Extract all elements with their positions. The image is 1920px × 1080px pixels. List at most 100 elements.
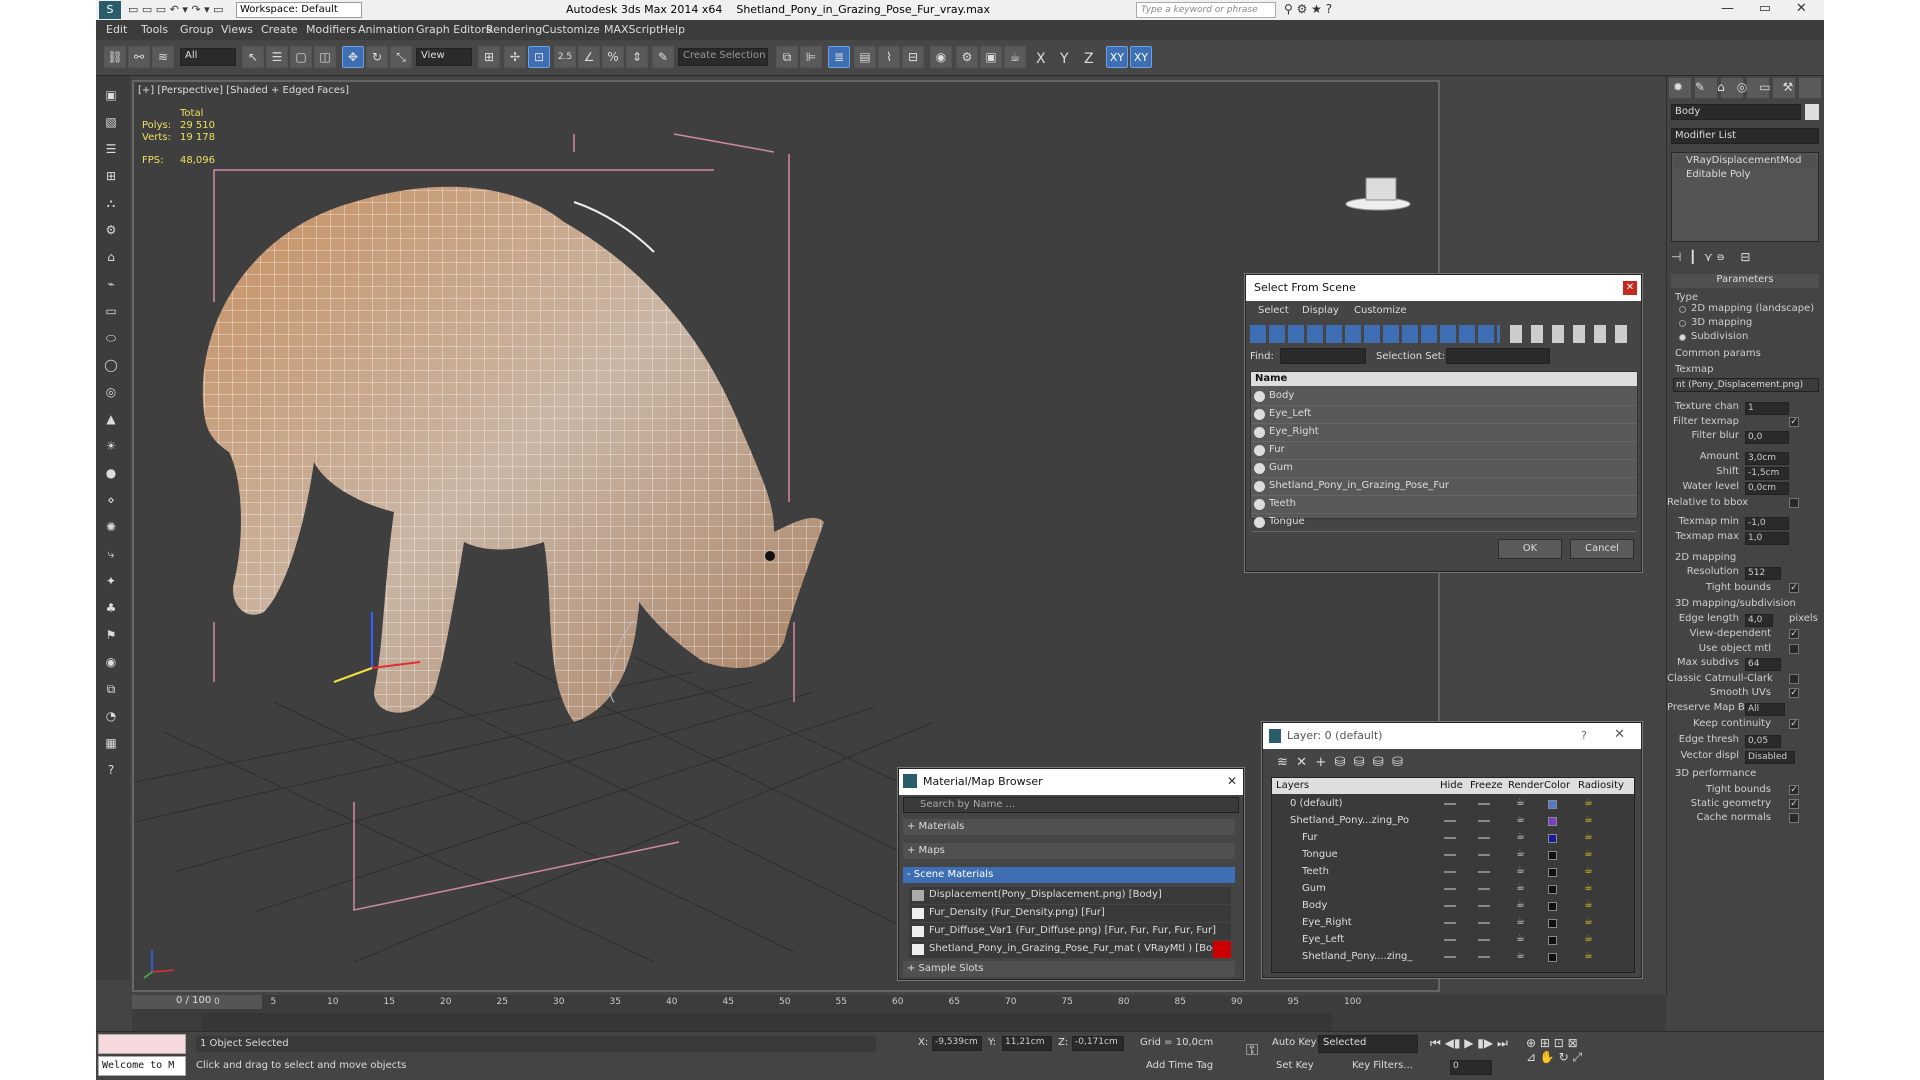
object-name-input[interactable]: Body xyxy=(1671,104,1801,120)
type-radio[interactable] xyxy=(1679,334,1686,341)
sun-icon[interactable]: ☀ xyxy=(100,435,122,457)
schematic-view-icon[interactable]: ⊟ xyxy=(902,46,924,68)
render-teapot-icon[interactable]: ☕ xyxy=(1516,848,1525,859)
help-icon[interactable]: ? xyxy=(1581,729,1587,742)
menu-edit[interactable]: Edit xyxy=(106,23,127,36)
layer-row[interactable]: Teeth ☕ ☕ xyxy=(1272,864,1634,881)
current-frame[interactable]: 0 xyxy=(1450,1060,1492,1075)
pipe-icon[interactable]: ⤷ xyxy=(100,543,122,565)
render-teapot-icon[interactable]: ☕ xyxy=(1516,797,1525,808)
perf-checkbox[interactable]: ✓ xyxy=(1789,799,1799,809)
edge-thresh-value[interactable]: 0,05 xyxy=(1745,735,1781,748)
display-toolbar[interactable] xyxy=(1510,325,1636,343)
radiosity-icon[interactable]: ☕ xyxy=(1584,950,1593,961)
layer-color-swatch[interactable] xyxy=(1548,919,1557,928)
menu-graph-editors[interactable]: Graph Editors xyxy=(416,23,492,36)
cube-icon[interactable]: ⧉ xyxy=(100,678,122,700)
scene-item-teeth[interactable]: Teeth xyxy=(1251,496,1637,514)
hide-toggle[interactable] xyxy=(1444,871,1456,873)
render-teapot-icon[interactable]: ☕ xyxy=(1516,933,1525,944)
pyramid-icon[interactable]: ⋄ xyxy=(100,489,122,511)
axis-xy-button[interactable]: XY xyxy=(1106,46,1128,68)
modifier-list-dropdown[interactable]: Modifier List xyxy=(1671,128,1819,144)
header-color[interactable]: Color xyxy=(1544,780,1570,791)
hedra-icon[interactable]: ✦ xyxy=(100,570,122,592)
field-value[interactable]: 1 xyxy=(1745,402,1789,415)
hide-toggle[interactable] xyxy=(1444,803,1456,805)
material-item[interactable]: Fur_Density (Fur_Density.png) [Fur] xyxy=(909,905,1231,922)
pivot-icon[interactable]: ⊞ xyxy=(478,46,500,68)
freeze-toggle[interactable] xyxy=(1478,871,1490,873)
material-item[interactable]: Displacement(Pony_Displacement.png) [Bod… xyxy=(909,887,1231,904)
stack-item-vraydisplacement[interactable]: VRayDisplacementMod xyxy=(1674,155,1816,168)
menu-display[interactable]: Display xyxy=(1302,305,1339,316)
col-name[interactable]: Name xyxy=(1251,372,1637,386)
header-radiosity[interactable]: Radiosity xyxy=(1578,780,1624,791)
angle-snap-icon[interactable]: ∠ xyxy=(578,46,600,68)
track-bar[interactable] xyxy=(202,1013,1332,1031)
window-controls[interactable]: — ▭ ✕ xyxy=(1721,1,1807,16)
stack-tools-icons[interactable]: ⊣ ┃ ⋎ ⋼ ⊟ xyxy=(1671,250,1750,264)
layer-color-swatch[interactable] xyxy=(1548,953,1557,962)
tree-icon[interactable]: ♣ xyxy=(100,597,122,619)
key-icon[interactable]: ⚿ xyxy=(1246,1040,1258,1060)
command-panel-tabs[interactable]: ✹✎⌂◎▭⚒ xyxy=(1669,78,1821,98)
coord-x[interactable]: -9,539cm xyxy=(932,1036,982,1051)
box-icon[interactable]: ▭ xyxy=(100,300,122,322)
info-center-icons[interactable]: ⚲ ⚙ ★ ? xyxy=(1284,2,1332,16)
render-teapot-icon[interactable]: ☕ xyxy=(1516,950,1525,961)
render-teapot-icon[interactable]: ☕ xyxy=(1516,882,1525,893)
maxscript-listener[interactable]: Welcome to M xyxy=(98,1056,186,1076)
field-value[interactable]: 0,0 xyxy=(1745,431,1789,444)
radiosity-icon[interactable]: ☕ xyxy=(1584,797,1593,808)
selset-dropdown[interactable] xyxy=(1446,348,1550,364)
scene-item-gum[interactable]: Gum xyxy=(1251,460,1637,478)
group-materials[interactable]: + Materials xyxy=(903,819,1235,835)
radiosity-icon[interactable]: ☕ xyxy=(1584,899,1593,910)
percent-snap-icon[interactable]: % xyxy=(602,46,624,68)
use-object-mtl-checkbox[interactable] xyxy=(1789,644,1799,654)
freeze-toggle[interactable] xyxy=(1478,837,1490,839)
type-radio[interactable] xyxy=(1679,320,1686,327)
layer-color-swatch[interactable] xyxy=(1548,868,1557,877)
radiosity-icon[interactable]: ☕ xyxy=(1584,848,1593,859)
bulb-icon[interactable]: ⌁ xyxy=(100,273,122,295)
grass-icon[interactable]: ✺ xyxy=(100,516,122,538)
time-slider[interactable]: 0 / 100 xyxy=(132,995,262,1009)
render-setup-icon[interactable]: ⚙ xyxy=(956,46,978,68)
select-object-icon[interactable]: ↖ xyxy=(242,46,264,68)
layer-row[interactable]: Fur ☕ ☕ xyxy=(1272,830,1634,847)
perf-checkbox[interactable]: ✓ xyxy=(1789,785,1799,795)
scene-item-fur[interactable]: Fur xyxy=(1251,442,1637,460)
layer-row[interactable]: 0 (default) ☕ ☕ xyxy=(1272,796,1634,813)
layer-toolbar-icons[interactable]: ≋ ✕ + ⛁ ⛁ ⛁ ⛁ xyxy=(1277,755,1403,770)
render-teapot-icon[interactable]: ☕ xyxy=(1516,831,1525,842)
menu-maxscript[interactable]: MAXScript xyxy=(604,23,660,36)
select-rotate-icon[interactable]: ↻ xyxy=(366,46,388,68)
select-move-icon[interactable]: ✥ xyxy=(342,46,364,68)
menu-rendering[interactable]: Rendering xyxy=(486,23,542,36)
sphere-icon[interactable]: ⬭ xyxy=(100,327,122,349)
pony-model[interactable] xyxy=(202,186,824,722)
menu-create[interactable]: Create xyxy=(261,23,298,36)
select-by-name-icon[interactable]: ☰ xyxy=(266,46,288,68)
edit-named-selection-icon[interactable]: ✎ xyxy=(652,46,674,68)
field-value[interactable]: 3,0cm xyxy=(1745,452,1789,465)
playback-controls[interactable]: ⏮ ◀▮ ▶ ▮▶ ⏭ xyxy=(1430,1036,1508,1051)
spinner-snap-icon[interactable]: ⇕ xyxy=(626,46,648,68)
auto-key-button[interactable]: Auto Key xyxy=(1272,1037,1317,1048)
material-editor-icon[interactable]: ◉ xyxy=(930,46,952,68)
menu-views[interactable]: Views xyxy=(221,23,253,36)
layer-color-swatch[interactable] xyxy=(1548,851,1557,860)
type-radio[interactable] xyxy=(1679,306,1686,313)
ribbon-icon[interactable]: ▤ xyxy=(854,46,876,68)
ring3-icon[interactable]: ◔ xyxy=(100,705,122,727)
unlink-icon[interactable]: ⚯ xyxy=(128,46,150,68)
coord-z[interactable]: -0,171cm xyxy=(1072,1036,1124,1051)
layer-color-swatch[interactable] xyxy=(1548,902,1557,911)
mirror-icon[interactable]: ⧉ xyxy=(776,46,798,68)
menu-select[interactable]: Select xyxy=(1258,305,1289,316)
selection-filter-dropdown[interactable]: All xyxy=(180,48,236,66)
layer-manager-icon[interactable]: ≣ xyxy=(828,46,850,68)
app-logo-icon[interactable]: S xyxy=(99,1,121,19)
